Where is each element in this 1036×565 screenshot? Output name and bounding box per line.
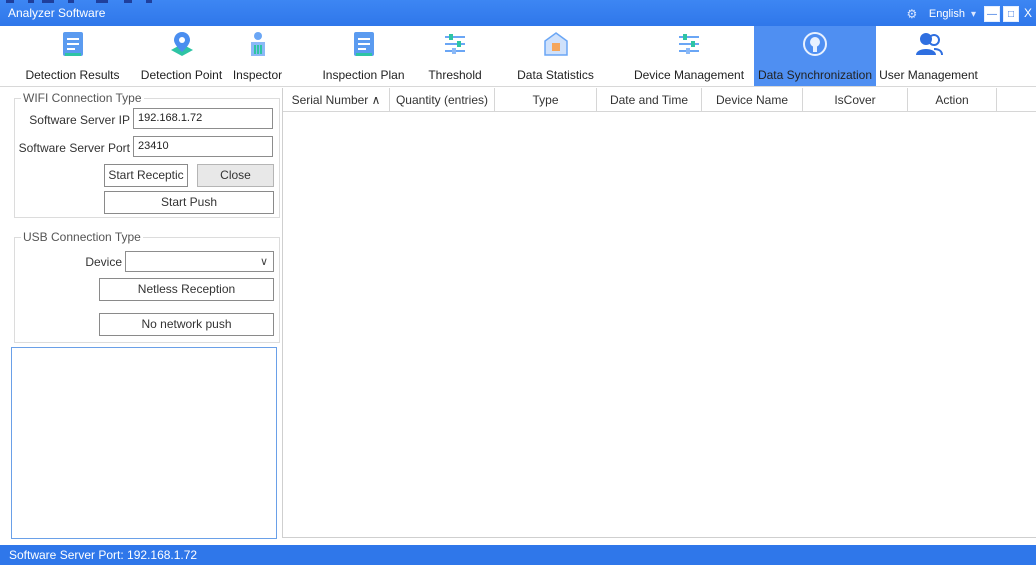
tab-label: Inspector bbox=[232, 68, 283, 82]
inspector-icon bbox=[242, 28, 274, 60]
no-network-push-button[interactable]: No network push bbox=[99, 313, 274, 336]
tab-data-statistics[interactable]: Data Statistics bbox=[508, 26, 603, 86]
tab-label: Detection Results bbox=[25, 68, 120, 82]
start-reception-button[interactable]: Start Receptic bbox=[104, 164, 188, 187]
close-button[interactable]: X bbox=[1022, 6, 1034, 22]
wifi-legend: WIFI Connection Type bbox=[21, 91, 144, 105]
sliders-icon bbox=[439, 28, 471, 60]
column-header-date-time[interactable]: Date and Time bbox=[597, 88, 702, 112]
usb-legend: USB Connection Type bbox=[21, 230, 143, 244]
server-ip-input[interactable]: 192.168.1.72 bbox=[133, 108, 273, 129]
tab-label: Detection Point bbox=[140, 68, 223, 82]
minimize-button[interactable]: — bbox=[984, 6, 1000, 22]
document-icon bbox=[348, 28, 380, 60]
column-header-serial-number[interactable]: Serial Number ∧ bbox=[283, 88, 390, 112]
start-push-button[interactable]: Start Push bbox=[104, 191, 274, 214]
sync-icon bbox=[799, 28, 831, 60]
tab-detection-results[interactable]: Detection Results bbox=[20, 26, 125, 86]
tab-label: Data Statistics bbox=[517, 68, 594, 82]
server-port-input[interactable]: 23410 bbox=[133, 136, 273, 157]
tab-detection-point[interactable]: Detection Point bbox=[134, 26, 229, 86]
main-toolbar: Detection Results Detection Point Inspec… bbox=[0, 26, 1036, 86]
tab-inspector[interactable]: Inspector bbox=[230, 26, 285, 86]
tab-device-management[interactable]: Device Management bbox=[630, 26, 748, 86]
close-receive-button[interactable]: Close Receive bbox=[197, 164, 274, 203]
sliders-icon bbox=[673, 28, 705, 60]
tab-label: Data Synchronization bbox=[757, 68, 873, 82]
tab-label: Device Management bbox=[633, 68, 745, 82]
column-header-device-name[interactable]: Device Name bbox=[702, 88, 803, 112]
netless-reception-button[interactable]: Netless Reception bbox=[99, 278, 274, 301]
title-bar: Analyzer Software ⚙ English ▾ — □ X bbox=[0, 0, 1036, 26]
language-select[interactable]: English bbox=[929, 8, 965, 20]
users-icon bbox=[913, 28, 945, 60]
device-label: Device bbox=[85, 255, 122, 269]
chevron-down-icon[interactable]: ▾ bbox=[971, 9, 976, 20]
column-header-action[interactable]: Action bbox=[908, 88, 997, 112]
log-output-box[interactable] bbox=[11, 347, 277, 539]
window-title: Analyzer Software bbox=[8, 6, 106, 20]
tab-threshold[interactable]: Threshold bbox=[420, 26, 490, 86]
server-port-label: Software Server Port bbox=[18, 141, 130, 155]
tab-data-synchronization[interactable]: Data Synchronization bbox=[754, 26, 876, 86]
maximize-button[interactable]: □ bbox=[1003, 6, 1019, 22]
status-bar: Software Server Port: 192.168.1.72 bbox=[0, 545, 1036, 565]
server-ip-label: Software Server IP bbox=[29, 113, 130, 127]
tab-label: Threshold bbox=[428, 68, 482, 82]
column-header-type[interactable]: Type bbox=[495, 88, 597, 112]
device-select[interactable]: ∨ bbox=[125, 251, 274, 272]
tab-user-management[interactable]: User Management bbox=[876, 26, 981, 86]
column-header-iscover[interactable]: IsCover bbox=[803, 88, 908, 112]
chevron-down-icon: ∨ bbox=[259, 256, 268, 268]
map-pin-icon bbox=[166, 28, 198, 60]
data-table: Serial Number ∧ Quantity (entries) Type … bbox=[282, 88, 1036, 538]
document-icon bbox=[57, 28, 89, 60]
gear-icon[interactable]: ⚙ bbox=[905, 7, 919, 21]
tab-inspection-plan[interactable]: Inspection Plan bbox=[316, 26, 411, 86]
toolbar-divider bbox=[0, 86, 1036, 87]
table-header: Serial Number ∧ Quantity (entries) Type … bbox=[283, 88, 1036, 112]
tab-label: User Management bbox=[879, 68, 978, 82]
tab-label: Inspection Plan bbox=[322, 68, 405, 82]
title-bar-decoration bbox=[6, 0, 256, 4]
home-icon bbox=[540, 28, 572, 60]
column-header-quantity[interactable]: Quantity (entries) bbox=[390, 88, 495, 112]
